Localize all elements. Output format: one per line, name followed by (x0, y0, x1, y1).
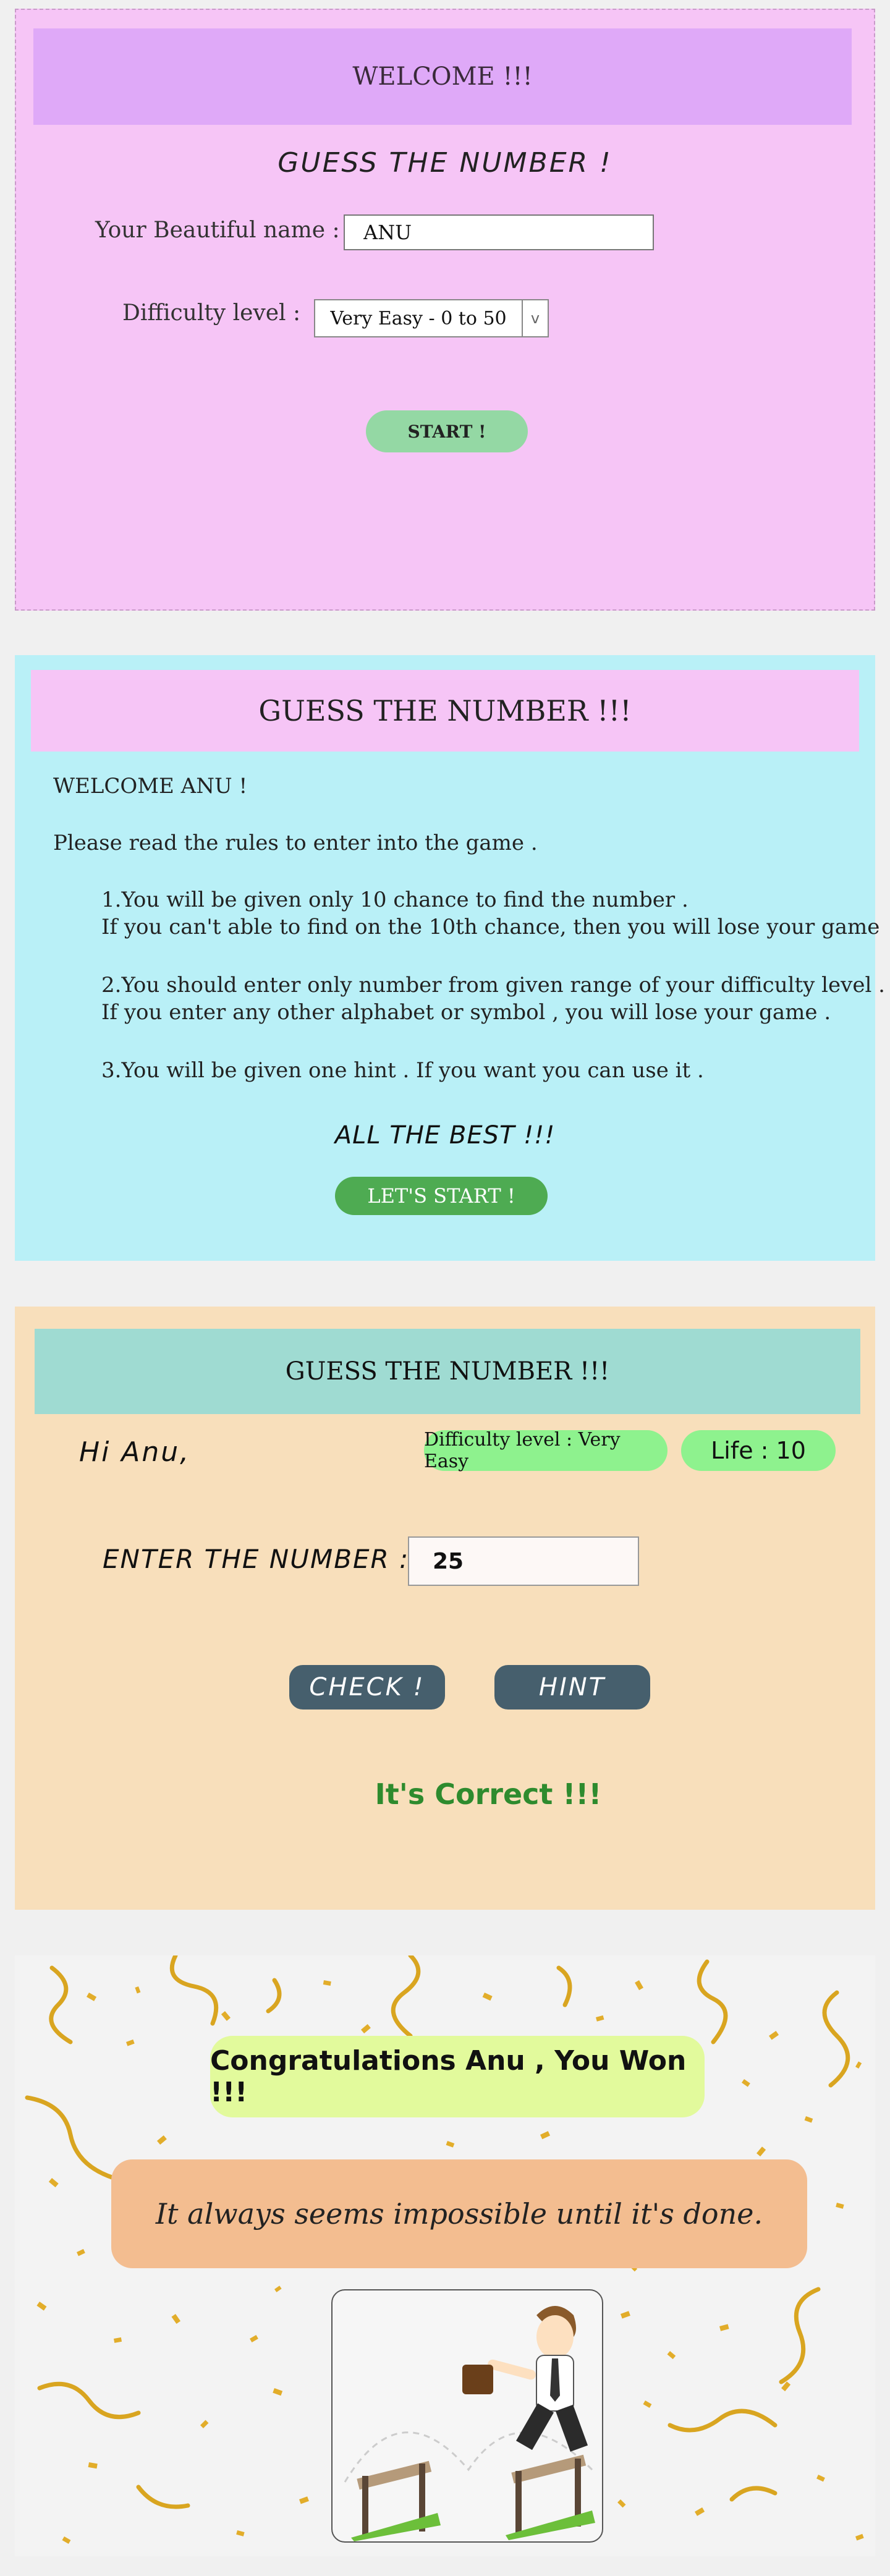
rules-panel: GUESS THE NUMBER !!! WELCOME ANU ! Pleas… (15, 655, 885, 1261)
businessman-jumping-hurdles-icon (344, 2306, 595, 2541)
rules-intro-text: Please read the rules to enter into the … (53, 831, 538, 855)
check-button[interactable]: CHECK ! (289, 1665, 445, 1710)
result-message: It's Correct !!! (375, 1777, 602, 1811)
difficulty-label: Difficulty level : (122, 300, 301, 326)
hurdle-right-icon (506, 2454, 595, 2540)
rule-item: If you enter any other alphabet or symbo… (101, 1000, 831, 1025)
difficulty-badge: Difficulty level : Very Easy (424, 1429, 668, 1472)
life-badge: Life : 10 (681, 1430, 836, 1471)
welcome-user-text: WELCOME ANU ! (53, 774, 248, 799)
start-button[interactable]: START ! (366, 410, 528, 452)
all-the-best-text: ALL THE BEST !!! (334, 1121, 556, 1150)
congratulations-banner: Congratulations Anu , You Won !!! (210, 2036, 705, 2117)
rule-item: 2.You should enter only number from give… (101, 973, 885, 998)
difficulty-select[interactable]: Very Easy - 0 to 50 v (314, 299, 549, 337)
rule-item: 3.You will be given one hint . If you wa… (101, 1058, 704, 1083)
name-label: Your Beautiful name : (95, 218, 340, 243)
hurdle-left-icon (351, 2460, 441, 2541)
game-subtitle: GUESS THE NUMBER ! (278, 147, 612, 179)
welcome-banner: WELCOME !!! (33, 28, 852, 125)
welcome-panel: WELCOME !!! GUESS THE NUMBER ! Your Beau… (15, 9, 875, 611)
number-input[interactable] (408, 1536, 639, 1586)
rule-item: 1.You will be given only 10 chance to fi… (101, 888, 689, 912)
rules-banner: GUESS THE NUMBER !!! (31, 670, 859, 752)
winner-illustration (331, 2289, 603, 2543)
motivational-quote: It always seems impossible until it's do… (111, 2159, 807, 2268)
greeting-text: Hi Anu, (79, 1436, 191, 1468)
businessman-icon (462, 2306, 588, 2452)
win-panel: Congratulations Anu , You Won !!! It alw… (15, 1955, 875, 2556)
game-banner: GUESS THE NUMBER !!! (35, 1329, 860, 1414)
name-input[interactable] (344, 214, 654, 250)
enter-number-label: ENTER THE NUMBER : (103, 1544, 410, 1574)
hint-button[interactable]: HINT (494, 1665, 650, 1710)
difficulty-selected-value: Very Easy - 0 to 50 (330, 307, 507, 329)
chevron-down-icon[interactable]: v (522, 300, 548, 336)
game-panel: GUESS THE NUMBER !!! Hi Anu, Difficulty … (15, 1307, 875, 1910)
lets-start-button[interactable]: LET'S START ! (335, 1177, 548, 1215)
rule-item: If you can't able to find on the 10th ch… (101, 915, 880, 939)
